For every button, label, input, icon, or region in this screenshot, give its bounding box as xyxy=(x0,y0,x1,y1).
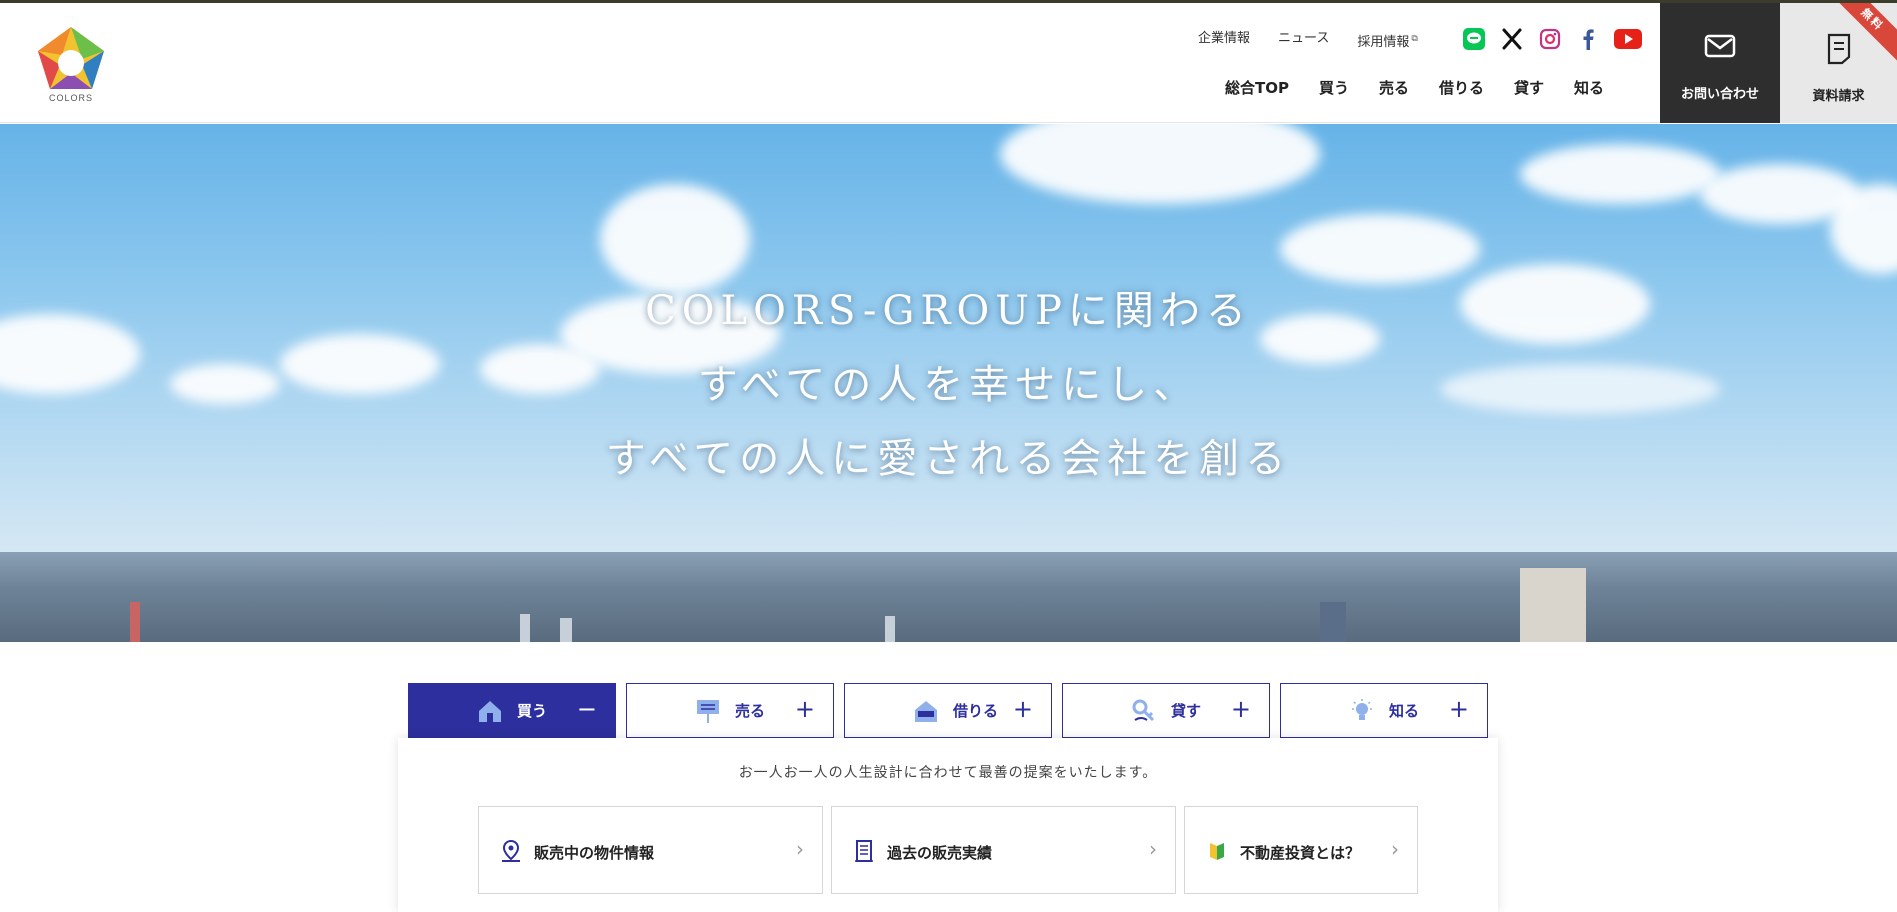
document-icon xyxy=(1827,33,1851,65)
for-sale-sign-icon xyxy=(697,700,719,723)
tab-sell[interactable]: 売る + xyxy=(626,683,834,738)
tab-learn[interactable]: 知る + xyxy=(1280,683,1488,738)
hero-tagline: COLORS-GROUPに関わる すべての人を幸せにし、 すべての人に愛される会… xyxy=(0,274,1897,496)
logo-wordmark: COLORS xyxy=(48,93,93,103)
link-real-estate-investment[interactable]: 不動産投資とは？ › xyxy=(1184,806,1418,894)
tab-sell-label: 売る xyxy=(735,702,766,720)
map-pin-icon xyxy=(502,839,520,862)
link-past-sales[interactable]: 過去の販売実績 › xyxy=(831,806,1176,894)
service-tabs: 買う − 売る + 借りる + 貸す + 知る + xyxy=(408,683,1488,747)
util-link-company[interactable]: 企業情報 xyxy=(1198,25,1250,57)
panel-description: お一人お一人の人生設計に合わせて最善の提案をいたします。 xyxy=(738,765,1158,781)
hero-line-3: すべての人に愛される会社を創る xyxy=(605,436,1292,482)
expand-icon: + xyxy=(1230,695,1251,723)
nav-item-top[interactable]: 総合TOP xyxy=(1210,75,1304,101)
colors-logo-icon xyxy=(38,27,104,89)
instagram-icon[interactable] xyxy=(1538,27,1562,51)
hero-banner: COLORS-GROUPに関わる すべての人を幸せにし、 すべての人に愛される会… xyxy=(0,124,1897,642)
chevron-right-icon: › xyxy=(1391,837,1399,861)
chevron-right-icon: › xyxy=(1149,837,1157,861)
expand-icon: + xyxy=(1448,695,1469,723)
cloud xyxy=(1000,124,1320,204)
lightbulb-icon xyxy=(1352,699,1372,720)
tab-buy[interactable]: 買う − xyxy=(408,683,616,747)
tab-rent-label: 借りる xyxy=(953,702,999,720)
facebook-icon[interactable] xyxy=(1576,27,1600,51)
nav-item-buy[interactable]: 買う xyxy=(1304,75,1364,101)
tab-lease-label: 貸す xyxy=(1171,702,1202,720)
tab-lease[interactable]: 貸す + xyxy=(1062,683,1270,738)
expand-icon: + xyxy=(1012,695,1033,723)
link-investment-label: 不動産投資とは？ xyxy=(1240,844,1361,862)
cloud xyxy=(1520,144,1720,204)
building-icon xyxy=(855,840,873,862)
collapse-icon: − xyxy=(576,695,597,723)
chevron-right-icon: › xyxy=(796,837,804,861)
nav-item-sell[interactable]: 売る xyxy=(1364,75,1424,101)
site-header: COLORS 企業情報 ニュース 採用情報 ⧉ 総合TOP 買う 売る 借りる 貸… xyxy=(0,3,1897,123)
city-skyline xyxy=(0,552,1897,642)
house-icon xyxy=(479,701,501,722)
contact-button[interactable]: お問い合わせ xyxy=(1660,3,1780,123)
line-icon[interactable] xyxy=(1462,27,1486,51)
util-link-recruit[interactable]: 採用情報 ⧉ xyxy=(1357,25,1417,57)
expand-icon: + xyxy=(794,695,815,723)
main-nav: 総合TOP 買う 売る 借りる 貸す 知る xyxy=(1210,75,1619,101)
document-request-label: 資料請求 xyxy=(1812,89,1865,104)
panel-links: 販売中の物件情報 › 過去の販売実績 › 不動産投資とは？ › xyxy=(478,806,1418,894)
buy-panel: お一人お一人の人生設計に合わせて最善の提案をいたします。 販売中の物件情報 › … xyxy=(398,738,1498,912)
for-rent-house-icon xyxy=(915,701,937,722)
tab-learn-label: 知る xyxy=(1389,702,1420,720)
youtube-icon[interactable] xyxy=(1614,27,1642,51)
beginner-mark-icon xyxy=(1210,843,1224,860)
utility-nav: 企業情報 ニュース 採用情報 ⧉ xyxy=(1198,25,1418,57)
tab-buy-label: 買う xyxy=(517,702,548,720)
link-properties-for-sale[interactable]: 販売中の物件情報 › xyxy=(478,806,823,894)
hero-line-1: COLORS-GROUPに関わる xyxy=(645,288,1252,334)
contact-label: お問い合わせ xyxy=(1680,87,1759,102)
link-past-sales-label: 過去の販売実績 xyxy=(887,844,993,862)
x-icon[interactable] xyxy=(1500,27,1524,51)
nav-item-rent[interactable]: 借りる xyxy=(1424,75,1499,101)
tab-rent[interactable]: 借りる + xyxy=(844,683,1052,738)
social-links xyxy=(1462,27,1642,51)
external-link-icon: ⧉ xyxy=(1411,34,1418,44)
hero-line-2: すべての人を幸せにし、 xyxy=(697,362,1200,408)
util-link-recruit-label: 採用情報 xyxy=(1357,35,1410,51)
util-link-news[interactable]: ニュース xyxy=(1278,25,1329,57)
colors-logo[interactable] xyxy=(36,25,106,103)
document-request-button[interactable]: 無料 資料請求 xyxy=(1780,3,1897,123)
nav-item-learn[interactable]: 知る xyxy=(1559,75,1619,101)
link-properties-label: 販売中の物件情報 xyxy=(534,844,655,862)
key-hand-icon xyxy=(1132,699,1155,722)
envelope-icon xyxy=(1704,34,1736,58)
nav-item-lease[interactable]: 貸す xyxy=(1499,75,1559,101)
